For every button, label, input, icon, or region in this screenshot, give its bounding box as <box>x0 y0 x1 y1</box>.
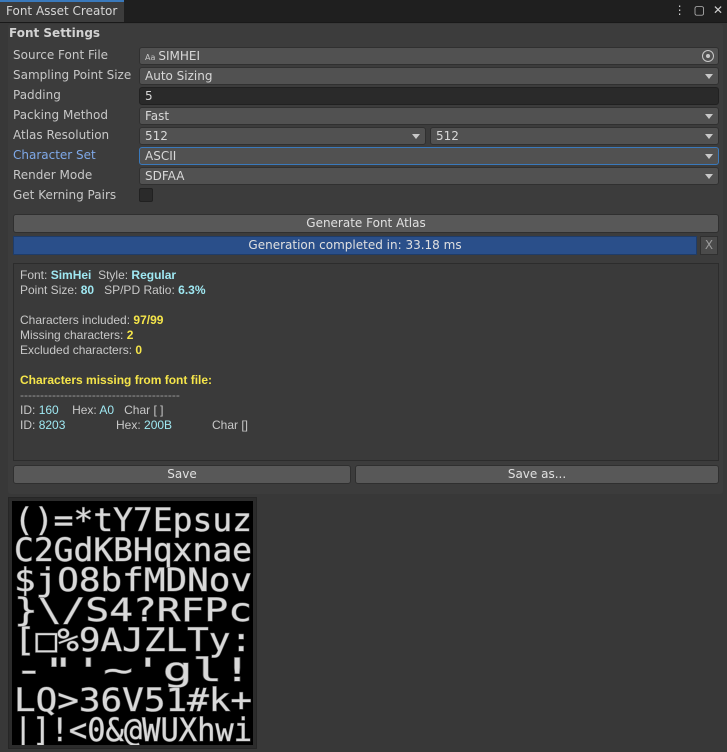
atlas-glyph-row: |]!<0&@WUXhwi <box>14 711 252 745</box>
atlas-height-dropdown[interactable]: 512 <box>430 127 719 145</box>
generate-font-atlas-button[interactable]: Generate Font Atlas <box>13 214 719 233</box>
packing-method-label: Packing Method <box>13 108 108 122</box>
chevron-down-icon <box>705 174 713 179</box>
font-atlas-preview: ()=*tY7Epsuz C2GdKBHqxnae $jO8bfMDNov}\/S4… <box>12 501 253 745</box>
packing-method-value: Fast <box>145 109 170 123</box>
sampling-point-size-value: Auto Sizing <box>145 69 213 83</box>
source-font-label: Source Font File <box>13 48 109 62</box>
font-name: SimHei <box>50 268 92 282</box>
point-size-line: Point Size: 80 SP/PD Ratio: 6.3% <box>20 283 206 297</box>
missing-row: ID: 8203 Hex: 200B Char [] <box>20 418 249 432</box>
separator: ---------------------------------------- <box>20 388 180 402</box>
atlas-width-value: 512 <box>145 129 168 143</box>
source-font-value: SIMHEI <box>158 49 201 63</box>
kerning-pairs-checkbox[interactable] <box>139 188 153 202</box>
cancel-generation-button[interactable]: X <box>700 236 718 255</box>
generation-report: Font: SimHei Style: Regular Point Size: … <box>13 263 719 461</box>
character-set-value: ASCII <box>145 149 177 163</box>
padding-input[interactable]: 5 <box>139 87 719 105</box>
atlas-width-dropdown[interactable]: 512 <box>139 127 426 145</box>
excluded-line: Excluded characters: 0 <box>20 343 143 357</box>
included-value: 97/99 <box>133 313 164 327</box>
window-controls: ⋮ ▢ ✕ <box>674 3 723 17</box>
ratio-value: 6.3% <box>178 283 206 297</box>
padding-value: 5 <box>145 89 153 103</box>
missing-header: Characters missing from font file: <box>20 373 213 387</box>
chevron-down-icon <box>705 114 713 119</box>
window-tab-bar: Font Asset Creator ⋮ ▢ ✕ <box>0 0 727 23</box>
atlas-glyphs: ()=*tY7EpsuzC2GdKBHqxnae$jO8bfMDNov}\/S4… <box>14 501 253 745</box>
padding-label: Padding <box>13 88 61 102</box>
close-icon[interactable]: ✕ <box>713 3 723 17</box>
font-style: Regular <box>131 268 177 282</box>
chevron-down-icon <box>705 134 713 139</box>
save-as-button[interactable]: Save as... <box>355 465 719 484</box>
sampling-point-size-label: Sampling Point Size <box>13 68 132 82</box>
missing-line: Missing characters: 2 <box>20 328 134 342</box>
sampling-point-size-dropdown[interactable]: Auto Sizing <box>139 67 719 85</box>
render-mode-label: Render Mode <box>13 168 93 182</box>
generation-progress-bar: Generation completed in: 33.18 ms <box>13 236 697 255</box>
source-font-field[interactable]: Aa SIMHEI <box>139 47 719 65</box>
kerning-pairs-label: Get Kerning Pairs <box>13 188 117 202</box>
atlas-height-value: 512 <box>436 129 459 143</box>
more-icon[interactable]: ⋮ <box>674 3 686 17</box>
render-mode-value: SDFAA <box>145 169 185 183</box>
missing-row: ID: 160 Hex: A0 Char [ ] <box>20 403 164 417</box>
chevron-down-icon <box>705 154 713 159</box>
chevron-down-icon <box>412 134 420 139</box>
section-title: Font Settings <box>9 26 101 40</box>
point-size-value: 80 <box>80 283 95 297</box>
excluded-value: 0 <box>135 343 143 357</box>
chevron-down-icon <box>705 74 713 79</box>
included-line: Characters included: 97/99 <box>20 313 164 327</box>
missing-value: 2 <box>126 328 134 342</box>
font-info-line: Font: SimHei Style: Regular <box>20 268 177 282</box>
render-mode-dropdown[interactable]: SDFAA <box>139 167 719 185</box>
font-asset-icon: Aa <box>145 53 156 62</box>
maximize-icon[interactable]: ▢ <box>694 3 705 17</box>
character-set-dropdown[interactable]: ASCII <box>139 147 719 165</box>
save-button[interactable]: Save <box>13 465 351 484</box>
object-picker-icon[interactable] <box>702 50 714 62</box>
atlas-resolution-label: Atlas Resolution <box>13 128 110 142</box>
packing-method-dropdown[interactable]: Fast <box>139 107 719 125</box>
tab-font-asset-creator[interactable]: Font Asset Creator <box>0 0 124 22</box>
character-set-label: Character Set <box>13 148 96 162</box>
